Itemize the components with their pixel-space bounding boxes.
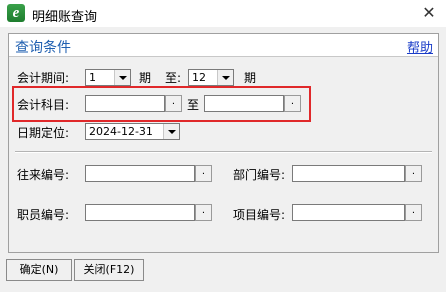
panel-title: 查询条件 — [15, 40, 71, 56]
confirm-button[interactable]: 确定(N) — [6, 259, 72, 281]
period-unit-label: 期 — [244, 71, 257, 85]
button-bar: 确定(N) 关闭(F12) — [0, 256, 446, 292]
date-value: 2024-12-31 — [89, 125, 153, 138]
close-icon[interactable]: ✕ — [418, 3, 440, 23]
period-from-select[interactable]: 1 — [85, 69, 131, 86]
dept-code-label: 部门编号: — [233, 168, 286, 182]
close-button[interactable]: 关闭(F12) — [74, 259, 144, 281]
window-title: 明细账查询 — [32, 10, 98, 25]
staff-code-input[interactable] — [85, 204, 195, 221]
date-label: 日期定位: — [17, 126, 70, 140]
dept-code-lookup-button[interactable]: . — [405, 165, 422, 182]
query-panel: 查询条件 帮助 会计期间: 1 期 至: 12 期 会计科目: . 至 . 日期… — [8, 33, 439, 253]
contact-code-label: 往来编号: — [17, 168, 70, 182]
app-logo-icon: e — [7, 4, 25, 22]
panel-header: 查询条件 帮助 — [9, 34, 438, 57]
chevron-down-icon[interactable] — [114, 70, 130, 85]
chevron-down-icon[interactable] — [217, 70, 233, 85]
chevron-down-icon[interactable] — [163, 124, 179, 139]
contact-code-lookup-button[interactable]: . — [195, 165, 212, 182]
title-bar: e 明细账查询 ✕ — [0, 0, 446, 27]
help-link[interactable]: 帮助 — [407, 37, 433, 56]
project-code-lookup-button[interactable]: . — [405, 204, 422, 221]
date-select[interactable]: 2024-12-31 — [85, 123, 180, 140]
period-label: 会计期间: — [17, 71, 70, 85]
period-to-label: 至: — [165, 71, 182, 85]
highlight-box — [12, 86, 311, 122]
period-to-value: 12 — [192, 71, 206, 84]
staff-code-lookup-button[interactable]: . — [195, 204, 212, 221]
divider — [15, 151, 432, 153]
period-from-value: 1 — [89, 71, 96, 84]
contact-code-input[interactable] — [85, 165, 195, 182]
period-to-select[interactable]: 12 — [188, 69, 234, 86]
staff-code-label: 职员编号: — [17, 208, 70, 222]
period-unit-label: 期 — [139, 71, 152, 85]
dept-code-input[interactable] — [292, 165, 405, 182]
project-code-input[interactable] — [292, 204, 405, 221]
project-code-label: 项目编号: — [233, 208, 286, 222]
